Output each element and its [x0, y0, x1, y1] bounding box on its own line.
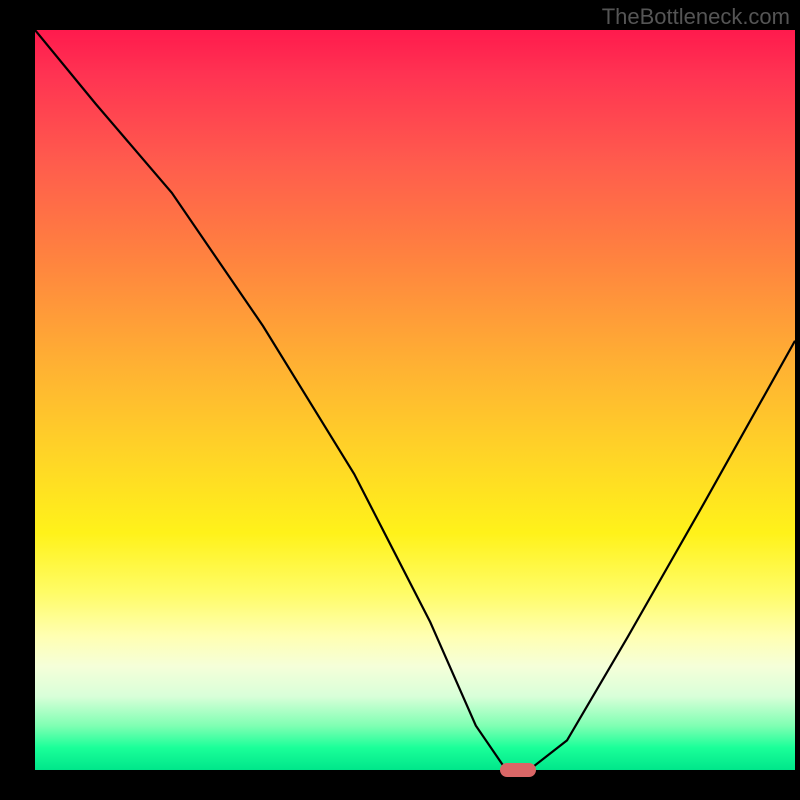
watermark-text: TheBottleneck.com [602, 4, 790, 30]
plot-area [35, 30, 795, 770]
curve-svg [35, 30, 795, 770]
optimal-marker [500, 763, 536, 777]
bottleneck-curve [35, 30, 795, 770]
